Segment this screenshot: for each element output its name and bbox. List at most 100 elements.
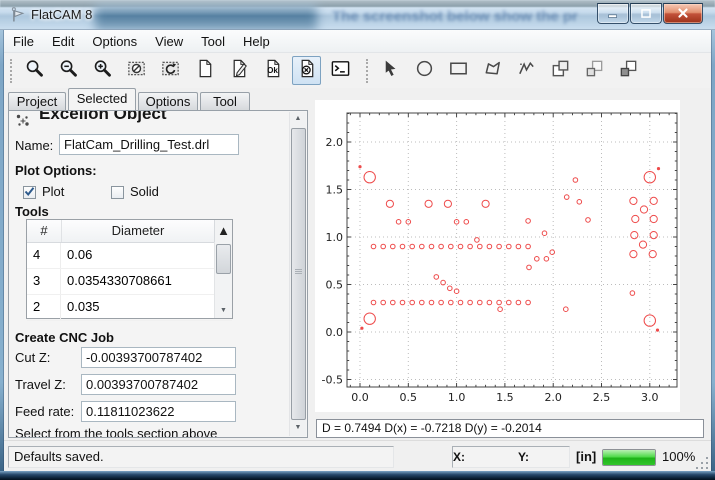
copy-objects-button[interactable] [580,56,609,85]
new-project-icon [194,58,215,84]
x-tick-label: 3.0 [641,391,659,404]
table-scroll-up-icon[interactable]: ▲ [214,220,232,242]
zoom-fit-button[interactable] [20,56,49,85]
draw-polygon-button[interactable] [478,56,507,85]
plot-checkbox-label[interactable]: Plot [42,184,64,199]
drill-hole [478,244,483,249]
table-scrollbar[interactable]: ▼ [214,242,232,318]
menu-help[interactable]: Help [234,32,279,51]
solid-checkbox-label[interactable]: Solid [130,184,159,199]
tool-diameter-cell: 0.0354330708661 [61,269,232,294]
title-bar[interactable]: The screenshot below show the pr FlatCAM… [0,0,715,30]
drill-tool-2-0.035 [371,178,635,312]
tab-tool[interactable]: Tool [200,92,250,110]
new-project-button[interactable] [190,56,219,85]
cut-z-field[interactable] [81,347,236,368]
y-tick-label: 1.0 [326,231,344,244]
menu-edit[interactable]: Edit [43,32,83,51]
plot-canvas[interactable]: 0.00.51.01.52.02.53.0-0.50.00.51.01.52.0 [315,100,680,412]
maximize-button[interactable] [630,3,662,24]
draw-circle-button[interactable] [410,56,439,85]
resize-grip[interactable] [696,457,708,469]
feed-rate-field[interactable] [81,401,236,422]
panel-scrollbar-thumb[interactable] [291,128,306,420]
scroll-down-icon[interactable]: ▼ [290,421,306,436]
replot-icon [160,58,181,84]
tab-project[interactable]: Project [8,92,66,110]
table-scrollbar-thumb[interactable] [216,244,231,274]
drill-hole [630,291,635,296]
minimize-button[interactable] [597,3,629,24]
union-icon [550,58,571,84]
drill-plot[interactable]: 0.00.51.01.52.02.53.0-0.50.00.51.01.52.0 [315,100,680,412]
draw-rectangle-button[interactable] [444,56,473,85]
solid-checkbox[interactable] [111,186,124,199]
drill-hole [429,244,434,249]
select-tool-button[interactable] [376,56,405,85]
status-bar: Defaults saved. X: -0.6672 Y: 1.4359 [in… [4,440,711,472]
drill-hole [468,300,473,305]
copy-geometry-button[interactable] [614,56,643,85]
drill-hole [464,220,469,225]
flatcam-window: The screenshot below show the pr FlatCAM… [0,0,715,480]
clear-plot-button[interactable] [122,56,151,85]
tool-row[interactable]: 20.035 [27,295,232,321]
drill-hole [444,200,451,207]
draw-polygon-icon [482,58,503,84]
tab-selected[interactable]: Selected [68,88,136,110]
drill-hole [526,244,531,249]
y-tick-label: 1.5 [326,184,344,197]
tool-number-cell: 4 [27,243,61,268]
draw-polyline-button[interactable] [512,56,541,85]
drill-hole [396,220,401,225]
zoom-out-button[interactable] [54,56,83,85]
menu-options[interactable]: Options [83,32,146,51]
plot-checkbox[interactable] [23,186,36,199]
tab-options[interactable]: Options [138,92,198,110]
zoom-in-button[interactable] [88,56,117,85]
cancel-edit-button[interactable] [292,56,321,85]
x-tick-label: 0.0 [351,391,369,404]
shell-button[interactable] [326,56,355,85]
drill-hole [650,232,657,239]
drill-hole [429,300,434,305]
drill-hole [449,300,454,305]
panel-scrollbar[interactable]: ▲ ▼ [289,112,306,436]
drill-hole [516,244,521,249]
toolbar: Ok [4,53,711,88]
editor-button[interactable] [224,56,253,85]
menu-view[interactable]: View [146,32,192,51]
drill-hole [468,244,473,249]
select-tool-icon [380,58,401,84]
drill-hole [564,307,569,312]
drill-hole [361,327,363,329]
replot-button[interactable] [156,56,185,85]
plot-border [347,113,677,387]
column-header-diameter[interactable]: Diameter [62,220,214,242]
drill-hole [420,244,425,249]
travel-z-field[interactable] [81,374,236,395]
drill-hole [657,168,659,170]
menu-file[interactable]: File [4,32,43,51]
save-edit-button[interactable]: Ok [258,56,287,85]
svg-text:Ok: Ok [267,65,278,74]
tool-row[interactable]: 40.06 [27,243,232,269]
drill-hole [526,300,531,305]
progress-bar [602,449,656,466]
plot-grid [347,113,677,387]
drill-hole [371,300,376,305]
drill-hole [507,300,512,305]
column-header-number[interactable]: # [27,220,62,242]
drill-hole [410,300,415,305]
scroll-up-icon[interactable]: ▲ [290,112,306,127]
drill-hole [391,244,396,249]
tool-row[interactable]: 30.0354330708661 [27,269,232,295]
table-scroll-down-icon[interactable]: ▼ [215,304,232,318]
union-button[interactable] [546,56,575,85]
drill-hole [381,300,386,305]
menu-tool[interactable]: Tool [192,32,234,51]
name-field[interactable] [59,134,239,155]
drill-hole [434,275,439,280]
close-button[interactable] [663,3,703,24]
tool-diameter-cell: 0.06 [61,243,232,268]
